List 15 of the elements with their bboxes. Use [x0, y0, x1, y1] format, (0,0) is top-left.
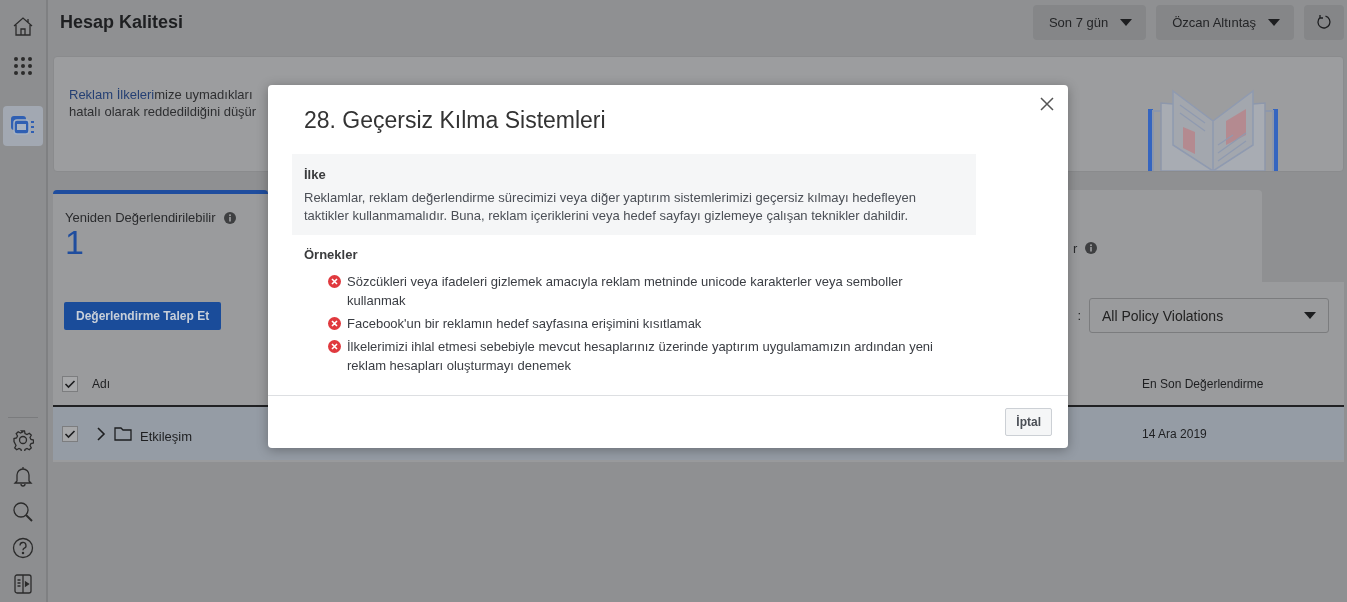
policy-text: Reklamlar, reklam değerlendirme sürecimizi veya diğer yaptırım sistemlerimizi geçersiz kılmayı hedefleyen taktikler kullanmamalıdır. Buna, reklam içeriklerini veya hedef sayfayı gizlemeye çalışan teknikler dahildir.: [304, 189, 917, 225]
stat-label: r: [1073, 240, 1078, 256]
table-cell-text: 14 Ara 2019: [1142, 426, 1208, 441]
page-title: Hesap Kalitesi: [60, 11, 185, 33]
stat-label: Yeniden Değerlendirilebilir: [65, 210, 216, 225]
section-heading: İlke: [304, 167, 327, 182]
stat-value: 1: [65, 225, 85, 259]
section-heading: Örnekler: [304, 247, 359, 262]
example-text: Sözcükleri veya ifadeleri gizlemek amacıyla reklam metninde unicode karakterler veya semboller kullanmak: [347, 273, 904, 310]
table-cell-text: Etkileşim: [140, 429, 193, 444]
banner-text: Reklam İlkelerimize uymadıkları hatalı olarak reddedildiğini düşür: [69, 86, 257, 120]
example-text: İlkelerimizi ihlal etmesi sebebiyle mevcut hesaplarınız üzerinde yaptırım uygulamamızın ardından yeni reklam hesapları oluşturmayı denemek: [347, 338, 934, 375]
filter-label: :: [1077, 308, 1081, 323]
dialog-title: 28. Geçersiz Kılma Sistemleri: [304, 107, 607, 134]
example-text: Facebook'un bir reklamın hedef sayfasına erişimini kısıtlamak: [347, 315, 702, 333]
